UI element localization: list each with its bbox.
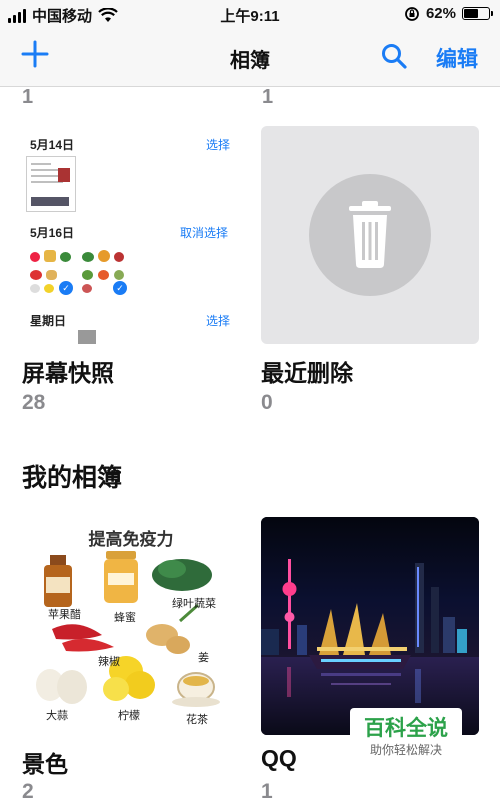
- section-title-my-albums: 我的相簿: [22, 464, 123, 492]
- watermark-title: 百科全说: [364, 717, 448, 740]
- trash-icon-circle: [309, 174, 431, 296]
- album-thumbnail-scenery[interactable]: 提高免疫力 苹果醋 蜂蜜 绿叶蔬菜 辣椒 姜 大蒜 柠檬 花茶: [22, 517, 240, 735]
- group-date: 5月14日: [30, 138, 75, 152]
- screenshot-preview: [26, 156, 76, 212]
- poster-label: 姜: [198, 652, 209, 664]
- poster-label: 苹果醋: [48, 609, 81, 621]
- poster-label: 绿叶蔬菜: [172, 598, 216, 610]
- trash-icon: [349, 201, 391, 268]
- immunity-poster-illustration: [36, 551, 220, 707]
- album-count: 28: [22, 391, 46, 414]
- album-count: 2: [22, 780, 34, 803]
- page-title: 相簿: [230, 50, 270, 72]
- poster-label: 辣椒: [98, 656, 120, 668]
- album-count: 0: [261, 391, 273, 414]
- select-link: 选择: [206, 138, 231, 152]
- nav-bar: 相簿 编辑: [0, 30, 500, 87]
- group-date: 5月16日: [30, 226, 75, 240]
- deselect-link: 取消选择: [180, 226, 229, 240]
- watermark-subtitle: 助你轻松解决: [369, 743, 442, 757]
- album-title[interactable]: 景色: [22, 745, 68, 779]
- checkmark-icon: ✓: [112, 280, 128, 296]
- status-bar: 中国移动 上午9:11 62%: [0, 0, 500, 30]
- poster-label: 大蒜: [46, 710, 68, 722]
- group-date: 星期日: [30, 314, 67, 328]
- select-link: 选择: [206, 314, 231, 328]
- album-thumbnail-qq[interactable]: [261, 517, 479, 735]
- previous-album-count: 1: [262, 86, 274, 108]
- poster-label: 花茶: [186, 714, 208, 726]
- album-title[interactable]: 最近删除: [261, 354, 353, 388]
- watermark-logo: 百科全说 助你轻松解决: [350, 708, 462, 764]
- album-thumbnail-screenshots[interactable]: 5月14日 选择 5月16日 取消选择 ✓ ✓ 星期日 选择: [22, 126, 240, 344]
- screenshot-preview: [78, 330, 96, 344]
- previous-album-count: 1: [22, 86, 34, 108]
- album-title[interactable]: 屏幕快照: [22, 354, 114, 388]
- album-count: 1: [261, 780, 273, 803]
- album-thumbnail-recently-deleted[interactable]: [261, 126, 479, 344]
- poster-label: 蜂蜜: [114, 612, 136, 624]
- battery-percent: 62%: [425, 5, 456, 22]
- checkmark-icon: ✓: [58, 280, 74, 296]
- search-icon[interactable]: [380, 42, 408, 70]
- night-skyline-photo: [261, 517, 479, 735]
- album-title[interactable]: QQ: [261, 745, 297, 772]
- edit-button[interactable]: 编辑: [436, 43, 478, 73]
- battery-icon: [462, 7, 493, 20]
- poster-label: 柠檬: [118, 710, 140, 722]
- orientation-lock-icon: [405, 6, 419, 21]
- status-right: 62%: [404, 5, 493, 22]
